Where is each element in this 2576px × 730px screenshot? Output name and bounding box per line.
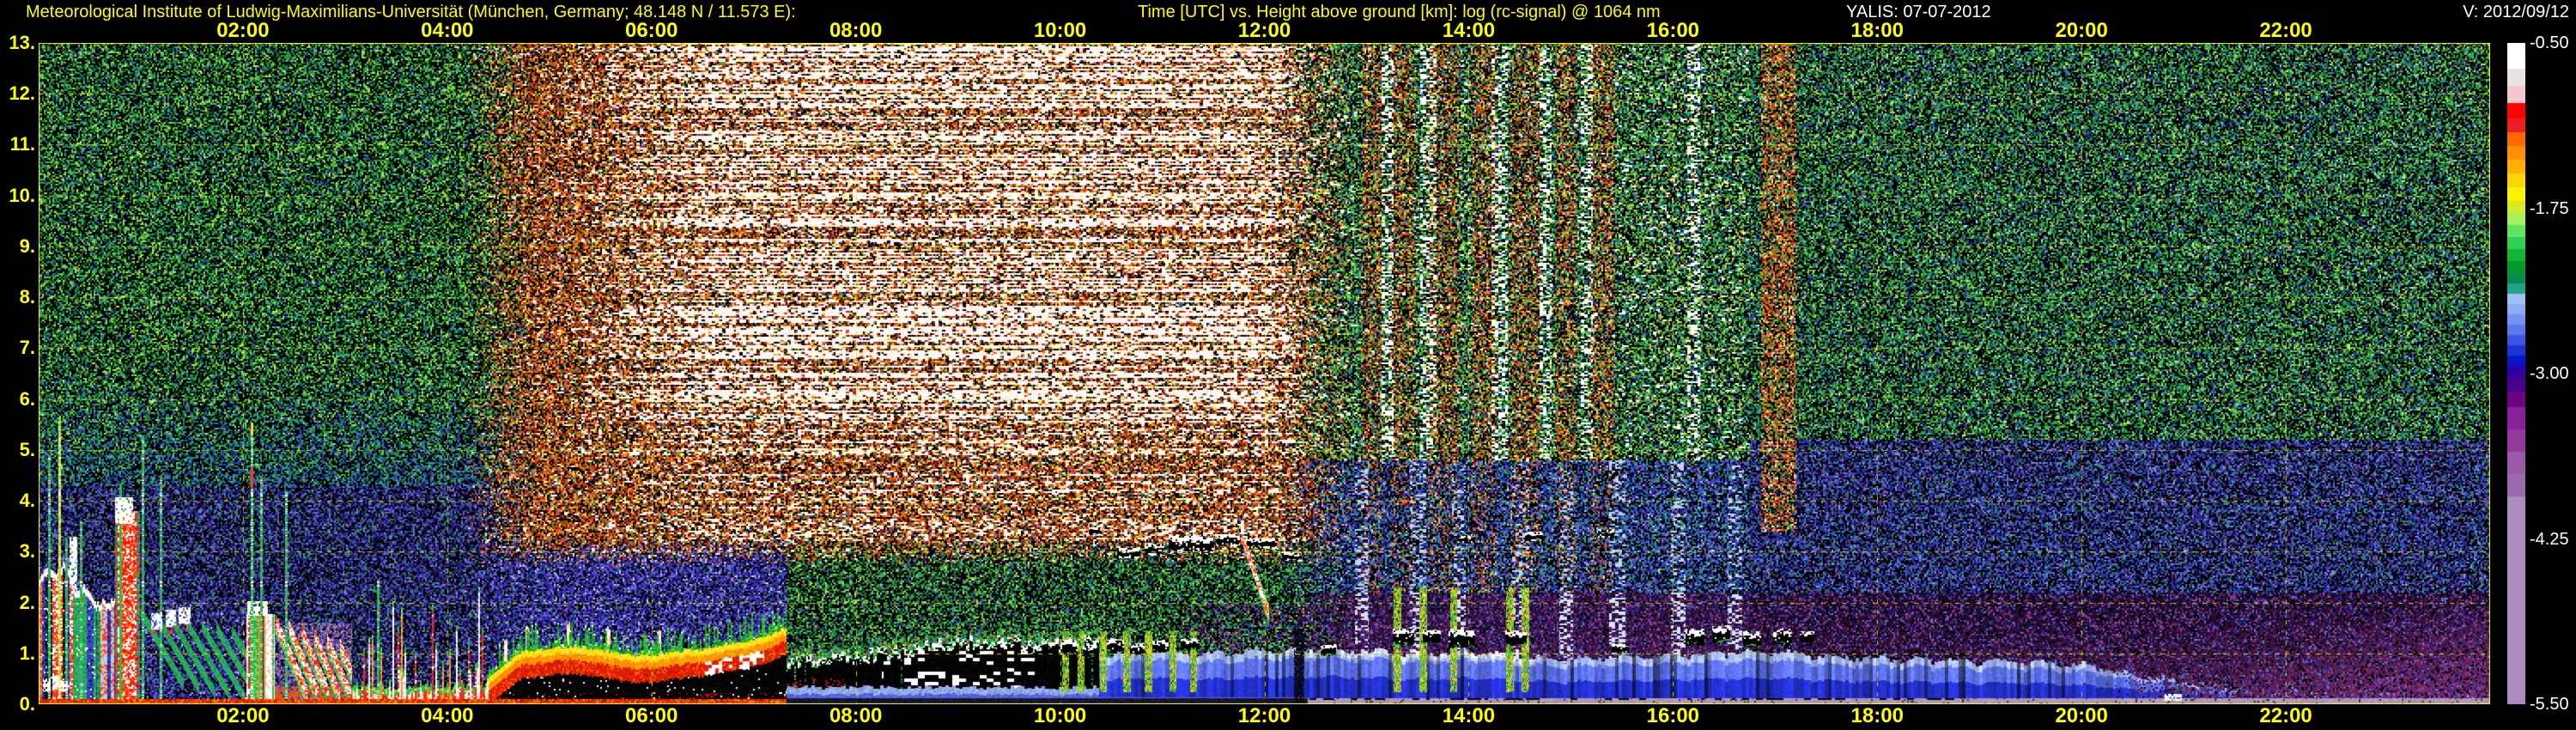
x-tick-label-top: 16:00 [1646,19,1700,42]
x-tick-label-bottom: 04:00 [421,704,474,727]
y-tick-label: 1. [19,642,35,664]
y-tick-label: 10. [9,185,35,206]
x-tick-label-top: 10:00 [1033,19,1087,42]
x-tick-label-top: 06:00 [625,19,678,42]
colorbar-tick-label: -3.00 [2530,364,2569,383]
colorbar [2507,43,2525,704]
x-tick-label-top: 18:00 [1850,19,1904,42]
x-tick-label-bottom: 10:00 [1033,704,1087,727]
y-tick-label: 11. [9,133,35,155]
y-tick-label: 2. [19,592,35,613]
y-tick-label: 8. [19,286,35,307]
y-tick-label: 6. [19,388,35,410]
x-tick-label-bottom: 20:00 [2055,704,2108,727]
x-tick-label-bottom: 16:00 [1646,704,1700,727]
x-tick-label-bottom: 08:00 [829,704,883,727]
y-tick-label: 4. [19,490,35,511]
x-tick-label-top: 20:00 [2055,19,2108,42]
y-tick-label: 3. [19,540,35,562]
x-tick-label-top: 14:00 [1442,19,1496,42]
y-tick-label: 13. [9,32,35,53]
x-tick-label-bottom: 14:00 [1442,704,1496,727]
x-tick-label-bottom: 12:00 [1237,704,1291,727]
y-tick-label: 7. [19,337,35,358]
institute-label: Meteorological Institute of Ludwig-Maxim… [26,3,796,21]
y-tick-label: 0. [19,693,35,715]
x-tick-label-top: 04:00 [421,19,474,42]
lidar-quicklook-screen: Meteorological Institute of Ludwig-Maxim… [0,0,2576,730]
x-tick-label-top: 08:00 [829,19,883,42]
x-tick-label-bottom: 18:00 [1850,704,1904,727]
x-tick-label-top: 02:00 [216,19,270,42]
plot-title: Time [UTC] vs. Height above ground [km]:… [1138,3,1661,21]
lidar-heatmap-canvas [39,43,2490,704]
x-tick-label-top: 12:00 [1237,19,1291,42]
x-tick-label-top: 22:00 [2259,19,2312,42]
colorbar-tick-label: -4.25 [2530,530,2569,549]
colorbar-tick-label: -0.50 [2530,33,2569,52]
colorbar-tick-label: -5.50 [2530,695,2569,714]
version-label: V: 2012/09/12 [2463,3,2569,21]
x-tick-label-bottom: 06:00 [625,704,678,727]
y-tick-label: 12. [9,82,35,104]
y-tick-label: 9. [19,235,35,257]
y-tick-label: 5. [19,439,35,460]
x-tick-label-bottom: 02:00 [216,704,270,727]
x-tick-label-bottom: 22:00 [2259,704,2312,727]
colorbar-tick-label: -1.75 [2530,199,2569,218]
